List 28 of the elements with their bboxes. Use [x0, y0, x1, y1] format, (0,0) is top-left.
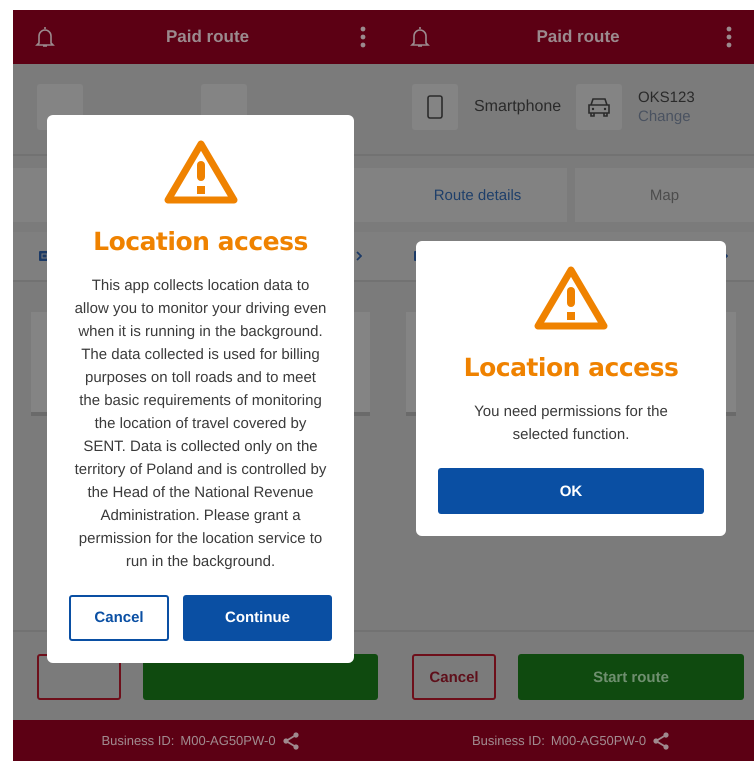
warning-icon [162, 138, 238, 204]
business-id-value: M00-AG50PW-0 [550, 733, 646, 748]
tab[interactable]: Route details [388, 168, 567, 222]
cancel-button[interactable]: Cancel [69, 594, 169, 640]
cancel-button[interactable]: Cancel [412, 654, 496, 700]
screen-title: Paid route [536, 27, 620, 47]
business-id-label: Business ID: [101, 733, 174, 748]
business-id-value: M00-AG50PW-0 [180, 733, 276, 748]
start-route-button[interactable]: Start route [518, 654, 744, 700]
business-id-label: Business ID: [472, 733, 545, 748]
bell-icon[interactable] [35, 25, 55, 49]
screen-title: Paid route [166, 27, 250, 47]
vehicle-plate: OKS123 [638, 89, 695, 106]
car-icon [587, 97, 611, 117]
dialog-title: Location access [93, 226, 308, 256]
share-icon[interactable] [652, 732, 670, 750]
more-icon[interactable] [360, 26, 366, 48]
more-icon[interactable] [726, 26, 732, 48]
confirm-button[interactable]: OK [438, 468, 704, 514]
smartphone-icon [427, 95, 443, 119]
dialog-title: Location access [464, 353, 678, 382]
dialog-message: This app collects location data to allow you to monitor your driving even when it is running in the background. The data collected is used for billing purposes on toll roads and to meet the basic requirements of monitoring the location of travel covered by SENT. Data is collected only on the territory of Poland and is controlled by the Head of the National Revenue Administration. Please grant a permission for the location service to run in the background. [74, 276, 328, 572]
confirm-button[interactable]: Continue [183, 594, 332, 640]
warning-icon [533, 265, 609, 331]
device-label: Smartphone [474, 98, 562, 116]
bell-icon[interactable] [410, 25, 430, 49]
dialog-message: You need permissions for the selected function. [473, 402, 669, 445]
share-icon[interactable] [282, 732, 300, 750]
